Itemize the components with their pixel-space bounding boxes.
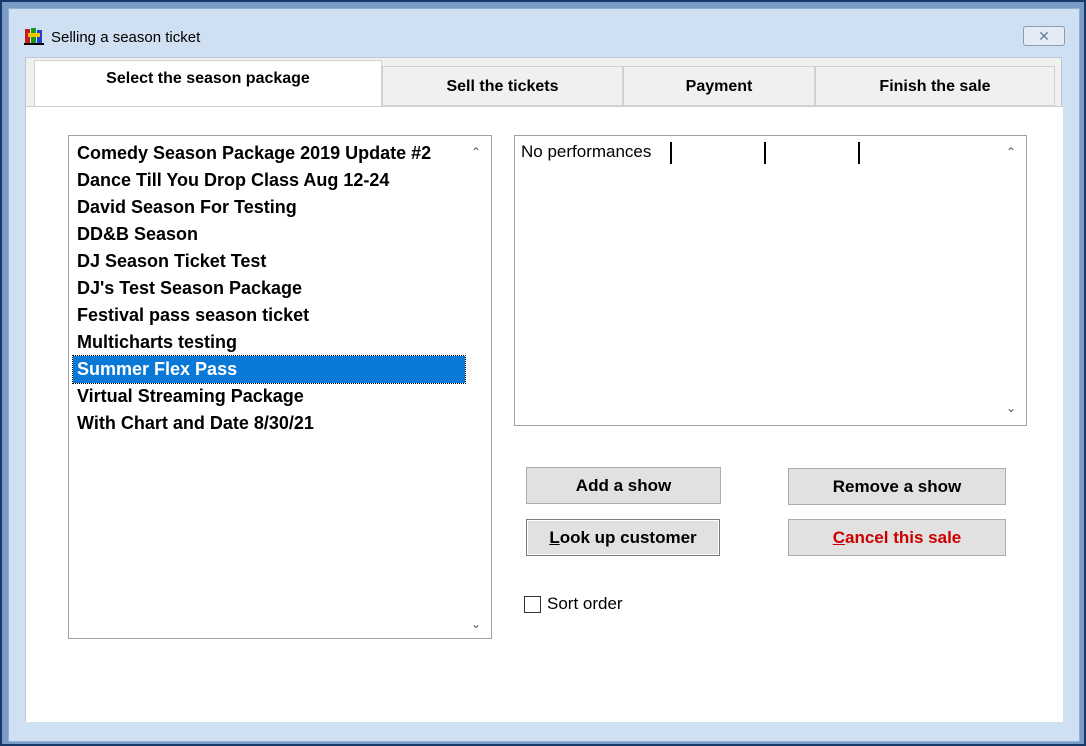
tab-payment[interactable]: Payment: [623, 66, 815, 106]
app-icon: [24, 28, 44, 45]
add-show-button[interactable]: Add a show: [526, 467, 721, 504]
sort-order-label[interactable]: Sort order: [547, 594, 623, 614]
mnemonic: L: [549, 528, 560, 547]
column-separator: [764, 142, 766, 164]
tab-sell-tickets[interactable]: Sell the tickets: [382, 66, 623, 106]
remove-show-button[interactable]: Remove a show: [788, 468, 1006, 505]
scroll-down-icon[interactable]: ⌄: [1003, 400, 1019, 416]
list-item[interactable]: David Season For Testing: [73, 194, 465, 221]
list-item[interactable]: Festival pass season ticket: [73, 302, 465, 329]
tab-finish-sale[interactable]: Finish the sale: [815, 66, 1055, 106]
sort-order-checkbox[interactable]: [524, 596, 541, 613]
scroll-down-icon[interactable]: ⌄: [468, 616, 484, 632]
column-separator: [858, 142, 860, 164]
list-item[interactable]: Multicharts testing: [73, 329, 465, 356]
season-package-list[interactable]: Comedy Season Package 2019 Update #2 Dan…: [68, 135, 492, 639]
title-bar[interactable]: Selling a season ticket ✕: [9, 9, 1079, 55]
performances-list[interactable]: No performances ⌃ ⌄: [514, 135, 1027, 426]
close-button[interactable]: ✕: [1023, 26, 1065, 46]
list-item[interactable]: Comedy Season Package 2019 Update #2: [73, 140, 465, 167]
button-label: ook up customer: [559, 528, 697, 547]
column-separator: [670, 142, 672, 164]
window-title: Selling a season ticket: [51, 29, 201, 46]
dialog-client-area: Select the season package Sell the ticke…: [25, 57, 1063, 722]
button-label: ancel this sale: [845, 528, 962, 547]
cancel-sale-button[interactable]: Cancel this sale: [788, 519, 1006, 556]
list-item[interactable]: Virtual Streaming Package: [73, 383, 465, 410]
list-item[interactable]: DJ's Test Season Package: [73, 275, 465, 302]
tab-strip: Select the season package Sell the ticke…: [26, 58, 1063, 106]
scroll-up-icon[interactable]: ⌃: [468, 144, 484, 160]
season-ticket-window: Selling a season ticket ✕ Select the sea…: [0, 0, 1086, 746]
close-icon: ✕: [1038, 28, 1050, 44]
list-item[interactable]: Dance Till You Drop Class Aug 12-24: [73, 167, 465, 194]
scroll-up-icon[interactable]: ⌃: [1003, 144, 1019, 160]
list-item[interactable]: DJ Season Ticket Test: [73, 248, 465, 275]
mnemonic: C: [832, 528, 846, 547]
tab-select-season-package[interactable]: Select the season package: [34, 60, 382, 106]
list-item-selected[interactable]: Summer Flex Pass: [72, 355, 466, 384]
performances-empty-text: No performances: [521, 142, 652, 161]
list-item[interactable]: With Chart and Date 8/30/21: [73, 410, 465, 437]
window-frame: Selling a season ticket ✕ Select the sea…: [8, 8, 1080, 742]
tab-page-select-package: Comedy Season Package 2019 Update #2 Dan…: [26, 106, 1063, 722]
list-item[interactable]: DD&B Season: [73, 221, 465, 248]
look-up-customer-button[interactable]: Look up customer: [526, 519, 720, 556]
